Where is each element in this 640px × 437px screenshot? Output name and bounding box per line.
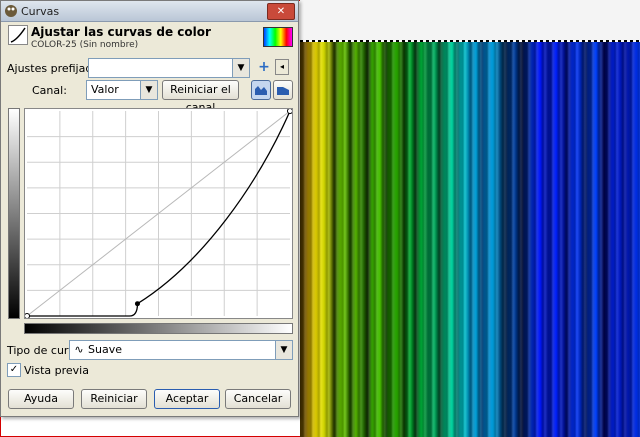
gimp-icon <box>5 5 17 17</box>
selection-marquee <box>300 40 640 42</box>
chevron-down-icon: ▼ <box>140 81 157 99</box>
preview-label: Vista previa <box>24 364 89 377</box>
image-thumbnail <box>263 27 293 47</box>
close-icon: ✕ <box>276 6 286 17</box>
log-histogram-icon[interactable] <box>273 80 293 100</box>
ok-button[interactable]: Aceptar <box>154 389 220 409</box>
reset-channel-button[interactable]: Reiniciar el canal <box>162 80 239 114</box>
curve-type-combo[interactable]: ∿ Suave ▼ <box>69 340 293 360</box>
curve-endpoint <box>287 109 292 114</box>
output-gradient-bar <box>8 108 20 319</box>
menu-icon[interactable]: ◂ <box>275 59 289 75</box>
input-gradient-bar[interactable] <box>24 323 293 334</box>
presets-combo[interactable]: ▼ <box>88 58 250 78</box>
dialog-subheading: COLOR-25 (Sin nombre) <box>31 40 139 50</box>
cancel-button[interactable]: Cancelar <box>225 389 291 409</box>
reset-button[interactable]: Reiniciar <box>81 389 147 409</box>
curve-endpoint <box>25 313 30 318</box>
channel-label: Canal: <box>32 84 67 97</box>
title-bar[interactable]: Curvas ✕ <box>1 1 298 22</box>
linear-histogram-icon[interactable] <box>251 80 271 100</box>
close-button[interactable]: ✕ <box>267 3 295 20</box>
canvas-ruler-area <box>300 0 640 40</box>
channel-combo[interactable]: Valor ▼ <box>86 80 158 100</box>
curve-icon: ∿ <box>74 343 84 356</box>
channel-value: Valor <box>91 83 119 96</box>
dialog-heading: Ajustar las curvas de color <box>31 25 211 39</box>
plus-icon[interactable]: + <box>257 59 271 75</box>
help-button[interactable]: Ayuda <box>8 389 74 409</box>
curve-graph[interactable] <box>25 109 292 318</box>
curve-control-point <box>134 301 140 307</box>
window-title: Curvas <box>21 5 60 18</box>
curves-tool-icon <box>8 25 28 45</box>
curve-editor[interactable] <box>24 108 293 319</box>
preview-checkbox[interactable]: ✓ <box>7 363 21 377</box>
curve-type-value: Suave <box>88 343 122 356</box>
chevron-down-icon: ▼ <box>275 341 292 359</box>
image-canvas[interactable] <box>300 40 640 437</box>
curves-dialog: Curvas ✕ Ajustar las curvas de color COL… <box>0 0 299 417</box>
chevron-down-icon: ▼ <box>232 59 249 77</box>
